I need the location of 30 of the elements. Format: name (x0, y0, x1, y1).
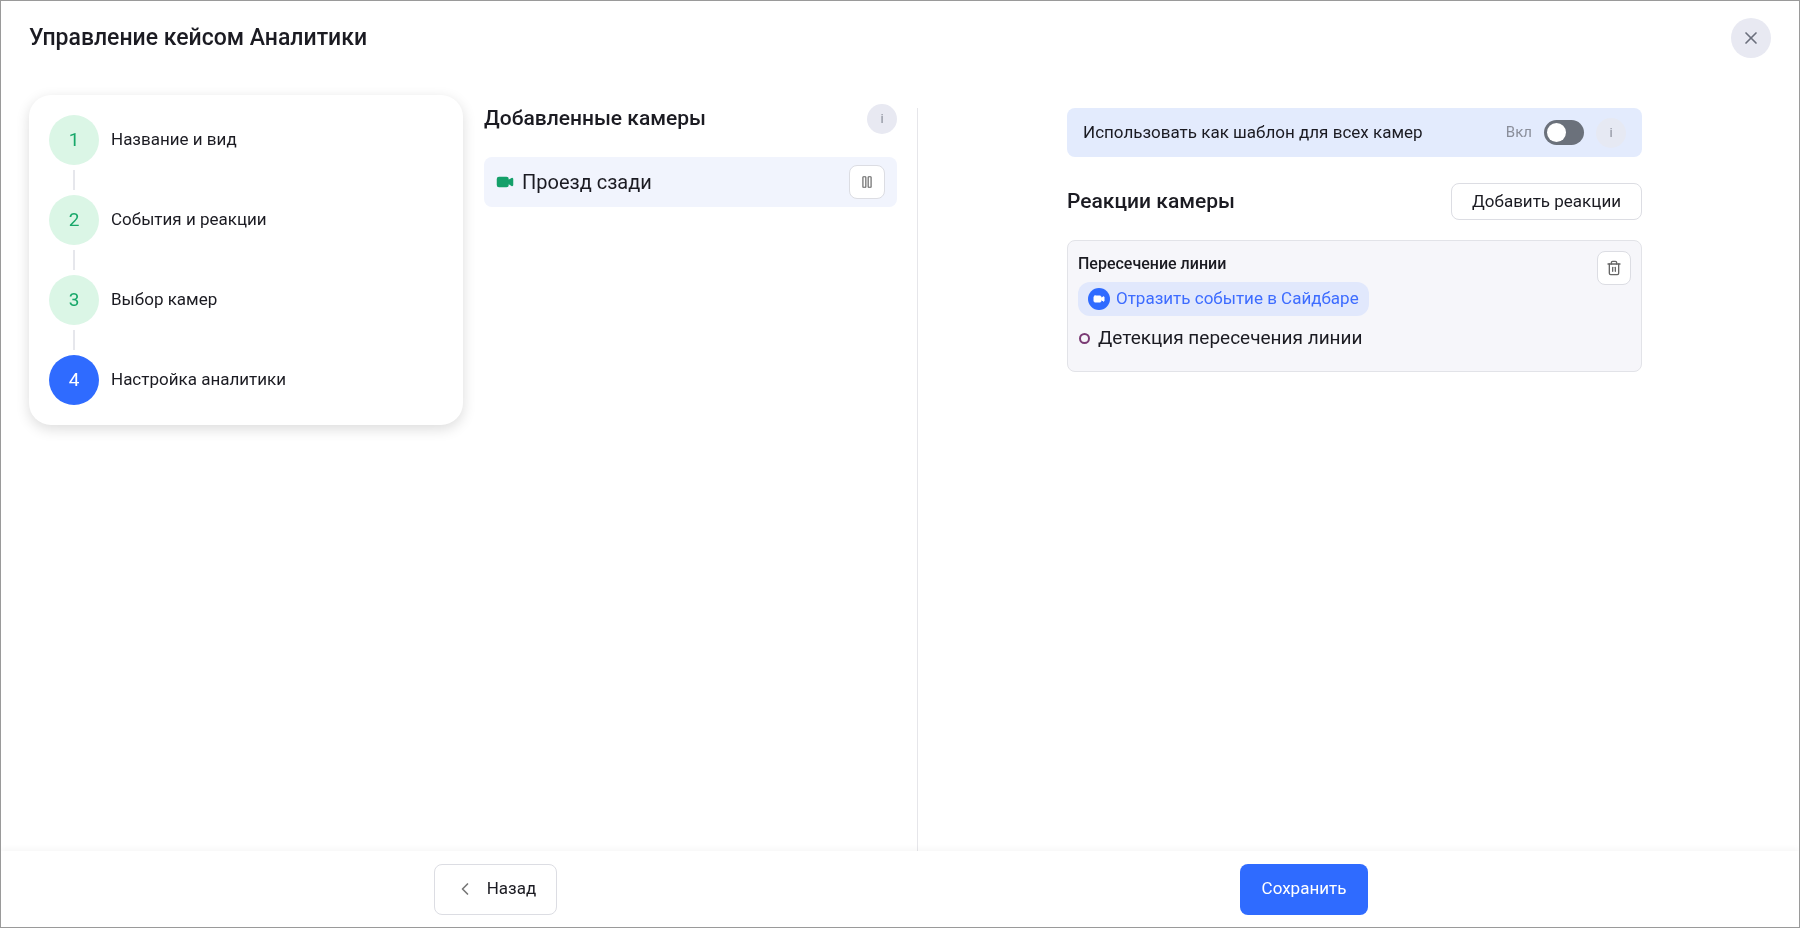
pause-button[interactable] (849, 164, 885, 199)
save-button[interactable]: Сохранить (1240, 863, 1368, 915)
reaction-title: Пересечение линии (1078, 253, 1227, 275)
step-label: Название и вид (111, 128, 237, 152)
camera-name: Проезд сзади (522, 168, 653, 196)
step-number: 3 (49, 275, 99, 325)
step-number: 4 (49, 355, 99, 405)
section-title: Добавленные камеры (484, 105, 706, 132)
delete-button[interactable] (1597, 251, 1631, 285)
info-icon[interactable]: i (867, 103, 897, 134)
step-label: Выбор камер (111, 288, 218, 312)
step-number: 1 (49, 115, 99, 165)
template-label: Использовать как шаблон для всех камер (1083, 120, 1424, 144)
toggle-switch[interactable] (1544, 120, 1584, 145)
close-button[interactable] (1731, 18, 1771, 58)
dialog-title: Управление кейсом Аналитики (29, 22, 368, 53)
camera-icon (1088, 288, 1110, 310)
toggle-label: Вкл (1505, 122, 1532, 144)
step-label: События и реакции (111, 208, 267, 232)
pause-icon (860, 174, 874, 189)
section-title: Реакции камеры (1067, 187, 1235, 215)
info-icon[interactable]: i (1596, 117, 1626, 148)
step-label: Настройка аналитики (111, 368, 287, 392)
action-chip[interactable]: Отразить событие в Сайдбаре (1078, 282, 1369, 316)
step-number: 2 (49, 195, 99, 245)
back-button[interactable]: Назад (434, 863, 557, 915)
event-name: Детекция пересечения линии (1098, 325, 1363, 351)
trash-icon (1606, 260, 1622, 276)
camera-item[interactable]: Проезд сзади (484, 156, 897, 207)
add-reactions-button[interactable]: Добавить реакции (1451, 183, 1642, 220)
